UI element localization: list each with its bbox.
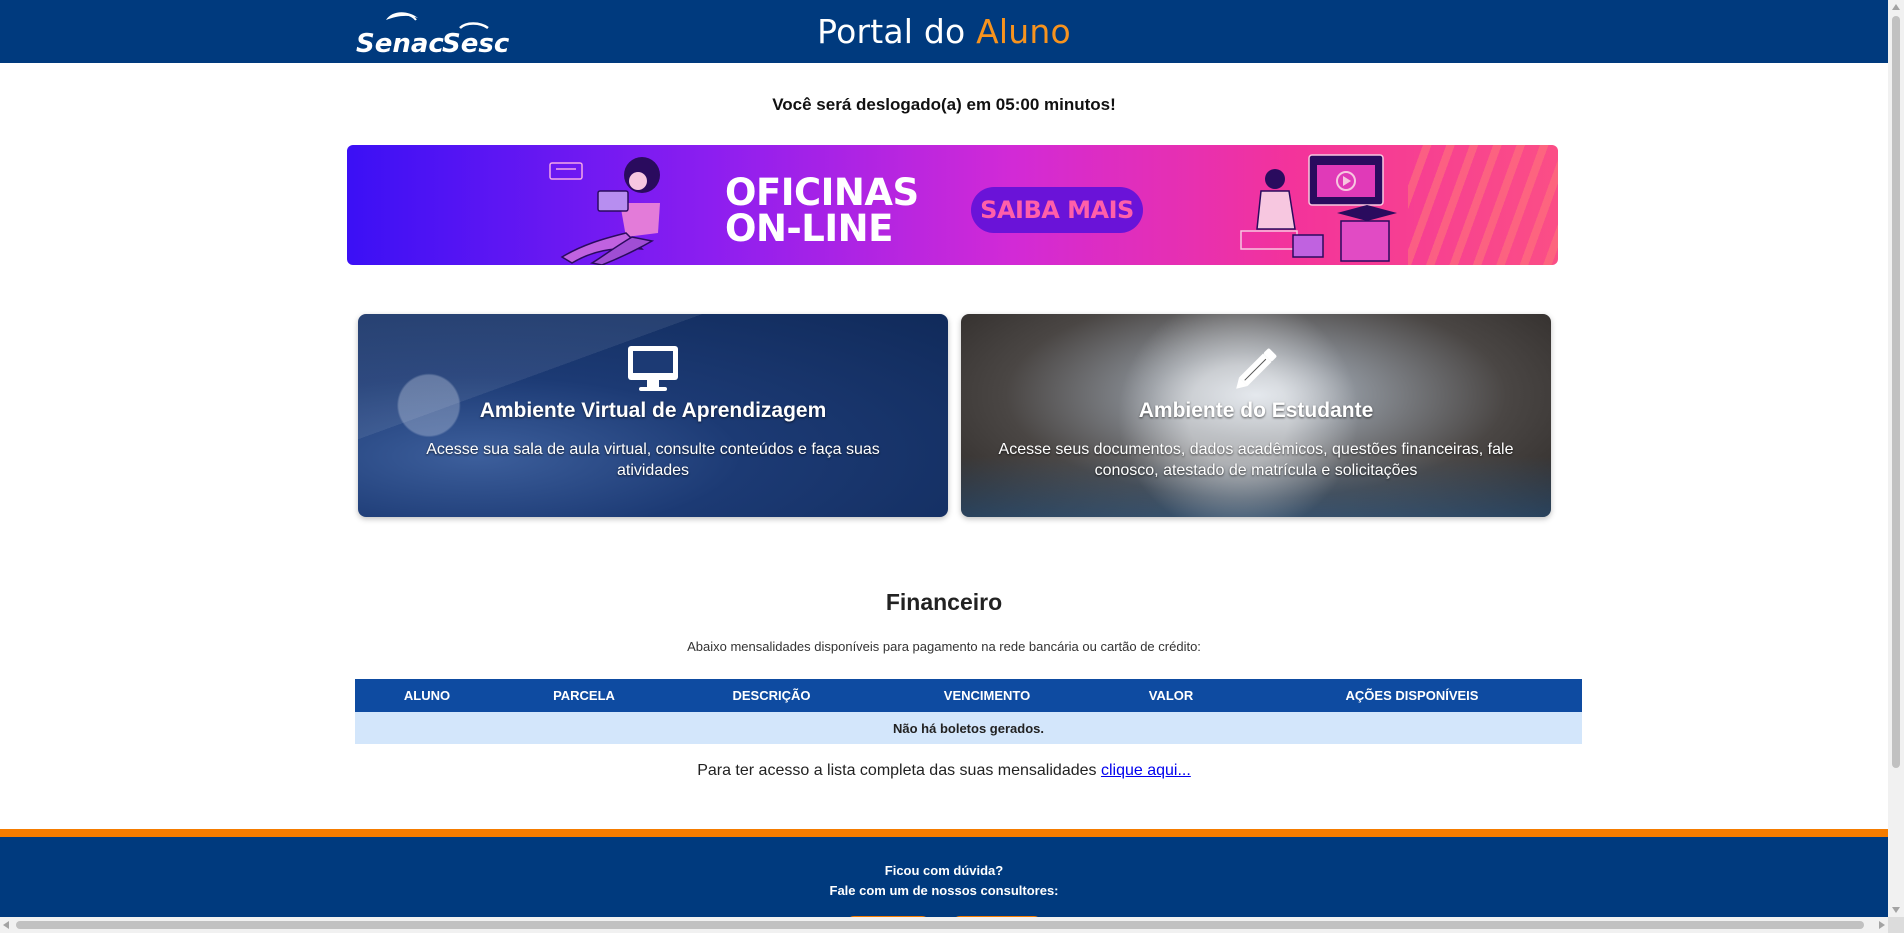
empty-table-message: Não há boletos gerados. — [355, 712, 1582, 744]
financeiro-subtitle: Abaixo mensalidades disponíveis para pag… — [687, 639, 1201, 654]
column-header-vencimento: VENCIMENTO — [874, 679, 1100, 712]
online-learning-illustration — [1240, 154, 1397, 262]
saiba-mais-button[interactable]: SAIBA MAIS — [971, 187, 1143, 233]
table-header-row: ALUNO PARCELA DESCRIÇÃO VENCIMENTO VALOR… — [355, 679, 1582, 712]
top-header: Senac Sesc Portal do Aluno — [0, 0, 1888, 63]
ava-card[interactable]: Ambiente Virtual de Aprendizagem Acesse … — [358, 314, 948, 517]
banner-title: OFICINAS ON-LINE — [725, 171, 935, 250]
footer-contact-text: Fale com um de nossos consultores: — [829, 883, 1059, 898]
financeiro-table: ALUNO PARCELA DESCRIÇÃO VENCIMENTO VALOR… — [355, 679, 1582, 744]
horizontal-scrollbar-thumb[interactable] — [16, 921, 1864, 929]
footer-question: Ficou com dúvida? — [884, 863, 1004, 878]
banner-title-line2: ON-LINE — [725, 207, 893, 250]
page-title: Portal do Aluno — [0, 12, 1888, 51]
oficinas-online-banner[interactable]: OFICINAS ON-LINE SAIBA MAIS — [347, 145, 1558, 265]
mensalidades-prompt: Para ter acesso a lista completa das sua… — [697, 762, 1097, 779]
page-viewport: Senac Sesc Portal do Aluno Você será des… — [0, 0, 1888, 917]
scroll-up-arrow-icon[interactable] — [1892, 4, 1900, 10]
clique-aqui-link[interactable]: clique aqui... — [1101, 762, 1191, 779]
page-title-accent: Aluno — [976, 12, 1071, 51]
ava-card-description: Acesse sua sala de aula virtual, consult… — [426, 441, 880, 479]
vertical-scrollbar-thumb[interactable] — [1892, 16, 1900, 768]
scroll-down-arrow-icon[interactable] — [1892, 907, 1900, 913]
footer-accent-stripe — [0, 829, 1888, 837]
financeiro-title: Financeiro — [885, 589, 1003, 615]
scroll-left-arrow-icon[interactable] — [3, 921, 9, 929]
column-header-aluno: ALUNO — [355, 679, 499, 712]
column-header-valor: VALOR — [1100, 679, 1242, 712]
banner-title-line1: OFICINAS — [725, 171, 919, 214]
pencil-icon — [1236, 348, 1277, 389]
column-header-acoes: AÇÕES DISPONÍVEIS — [1242, 679, 1582, 712]
footer: Ficou com dúvida? Fale com um de nossos … — [0, 837, 1888, 917]
logout-countdown-message: Você será deslogado(a) em 05:00 minutos! — [772, 95, 1116, 114]
person-with-laptop-illustration — [549, 157, 660, 265]
table-row: Não há boletos gerados. — [355, 712, 1582, 744]
column-header-parcela: PARCELA — [499, 679, 669, 712]
scrollbar-corner — [1888, 917, 1904, 933]
horizontal-scrollbar[interactable] — [0, 917, 1888, 933]
mensalidades-link-text: Para ter acesso a lista completa das sua… — [0, 762, 1888, 780]
estudante-card[interactable]: Ambiente do Estudante Acesse seus docume… — [961, 314, 1551, 517]
banner-stripes — [1408, 145, 1558, 265]
monitor-icon — [628, 346, 678, 391]
vertical-scrollbar[interactable] — [1888, 0, 1904, 917]
page-title-prefix: Portal do — [817, 12, 966, 51]
ava-card-title: Ambiente Virtual de Aprendizagem — [479, 399, 827, 422]
estudante-card-description: Acesse seus documentos, dados acadêmicos… — [998, 441, 1514, 479]
estudante-card-title: Ambiente do Estudante — [1138, 399, 1374, 422]
scroll-right-arrow-icon[interactable] — [1879, 921, 1885, 929]
column-header-descricao: DESCRIÇÃO — [669, 679, 874, 712]
